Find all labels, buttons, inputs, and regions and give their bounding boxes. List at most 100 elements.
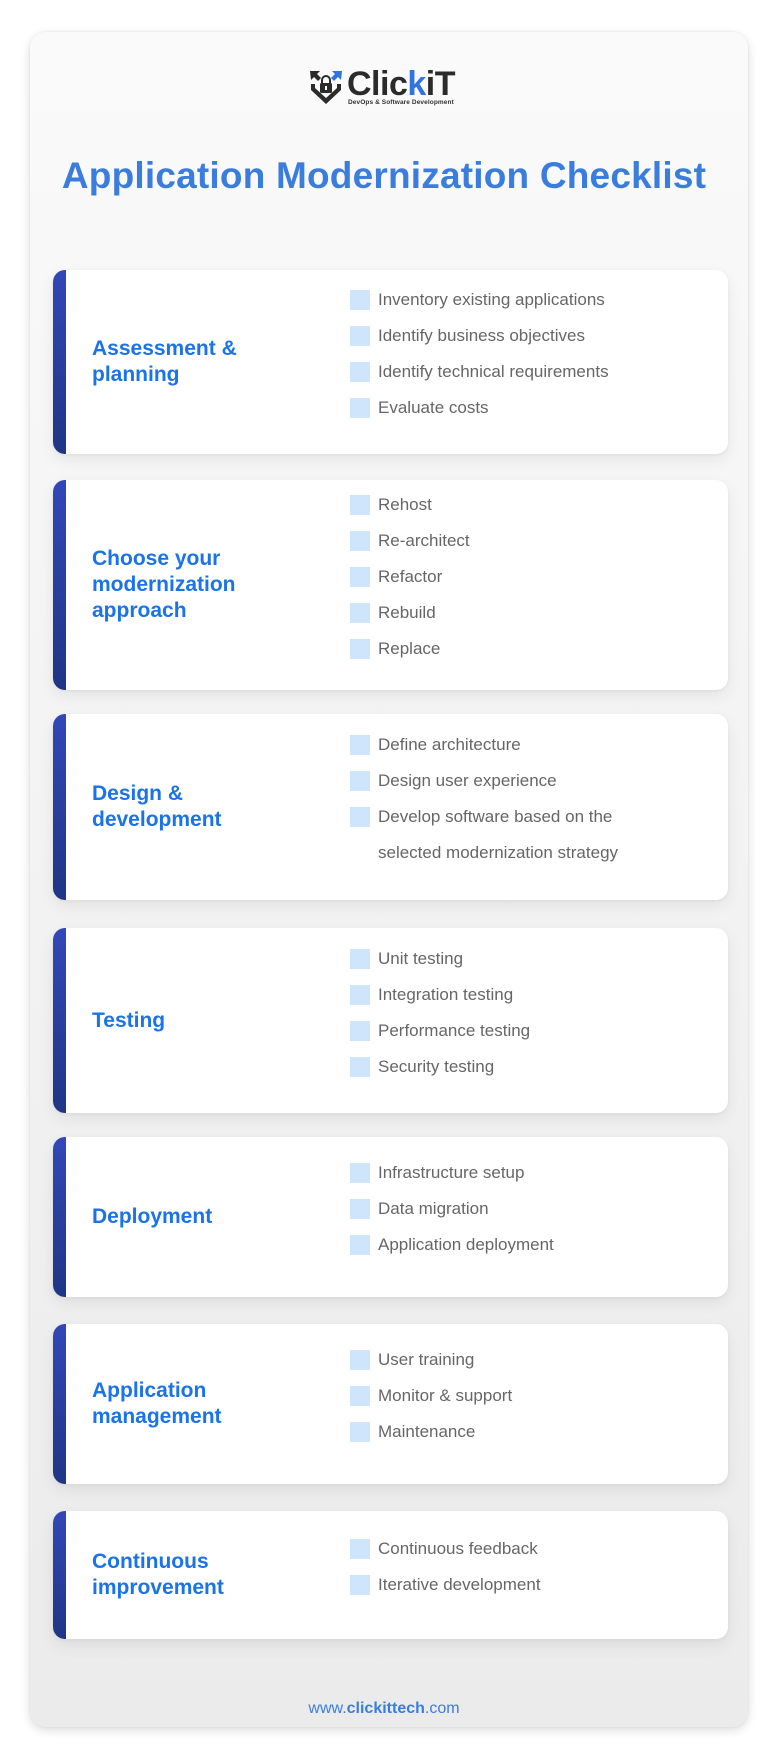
checklist-item[interactable]: Data migration xyxy=(350,1199,668,1235)
checklist-item-label: Define architecture xyxy=(378,735,521,754)
checklist-item-label: Develop software based on the selected m… xyxy=(378,807,619,862)
checklist-item-label: Integration testing xyxy=(378,984,514,1004)
section-accent-bar xyxy=(53,1137,66,1297)
checklist-item-label: Maintenance xyxy=(378,1422,476,1441)
checklist-item[interactable]: Rebuild xyxy=(350,603,668,639)
checkbox[interactable] xyxy=(350,1163,370,1183)
checkbox[interactable] xyxy=(350,1386,370,1406)
checkbox[interactable] xyxy=(350,326,370,346)
checkbox[interactable] xyxy=(350,771,370,791)
checkbox[interactable] xyxy=(350,290,370,310)
section-accent-bar xyxy=(53,1511,66,1639)
checklist-item-label: Evaluate costs xyxy=(378,398,489,417)
checklist-item-label: Refactor xyxy=(378,567,443,586)
checklist-item[interactable]: Integration testing xyxy=(350,984,668,1021)
checklist-item-label: Application deployment xyxy=(378,1235,554,1254)
clickit-logo: ClickiT DevOps & Software Development xyxy=(308,65,460,110)
checkbox[interactable] xyxy=(350,362,370,382)
checklist-item[interactable]: Security testing xyxy=(350,1056,668,1093)
checklist-item[interactable]: Evaluate costs xyxy=(350,398,668,434)
checkbox[interactable] xyxy=(350,1235,370,1255)
checklist-item-label: Unit testing xyxy=(378,948,464,968)
checklist-item-label: Rebuild xyxy=(378,603,436,622)
checkbox[interactable] xyxy=(350,603,370,623)
checklist-item-label: Infrastructure setup xyxy=(378,1163,525,1182)
checklist-section-card: Deployment Infrastructure setup Data migra… xyxy=(53,1137,728,1297)
checkbox[interactable] xyxy=(350,948,370,969)
checklist-item-label: Identify technical requirements xyxy=(378,362,609,381)
checklist-item-label: Design user experience xyxy=(378,771,557,790)
checkbox[interactable] xyxy=(350,1056,370,1077)
checklist-items: User training Monitor & support Maintenanc… xyxy=(350,1350,668,1458)
section-accent-bar xyxy=(53,1324,66,1484)
checklist-item-label: Identify business objectives xyxy=(378,326,585,345)
checkbox[interactable] xyxy=(350,1539,370,1559)
section-heading: Application management xyxy=(92,1379,222,1428)
checklist-section-card: Application management User training Monit… xyxy=(53,1324,728,1484)
checklist-item-label: Monitor & support xyxy=(378,1386,513,1405)
section-accent-bar xyxy=(53,270,66,454)
checklist-item[interactable]: Develop software based on the selected m… xyxy=(350,807,668,879)
checklist-item[interactable]: Identify technical requirements xyxy=(350,362,668,398)
checkbox[interactable] xyxy=(350,807,370,827)
section-heading: Deployment xyxy=(92,1205,213,1228)
checklist-item[interactable]: Application deployment xyxy=(350,1235,668,1271)
checkbox[interactable] xyxy=(350,984,370,1005)
section-accent-bar xyxy=(53,714,66,900)
checklist-item[interactable]: Inventory existing applications xyxy=(350,290,668,326)
checklist-items: Continuous feedback Iterative development xyxy=(350,1539,668,1611)
section-heading: Continuous improvement xyxy=(92,1550,224,1599)
brand-tagline: DevOps & Software Development xyxy=(348,99,454,106)
checklist-item[interactable]: Replace xyxy=(350,639,668,675)
section-accent-bar xyxy=(53,480,66,690)
checklist-item[interactable]: User training xyxy=(350,1350,668,1386)
checklist-item-label: Data migration xyxy=(378,1199,489,1218)
checklist-items: Infrastructure setup Data migration Applic… xyxy=(350,1163,668,1271)
checklist-item[interactable]: Define architecture xyxy=(350,735,668,771)
checklist-item-label: Rehost xyxy=(378,495,432,514)
checklist-item[interactable]: Identify business objectives xyxy=(350,326,668,362)
checkbox[interactable] xyxy=(350,495,370,515)
checklist-section-card: Testing Unit testing Integration testing Pe… xyxy=(53,928,728,1113)
checklist-item[interactable]: Rehost xyxy=(350,495,668,531)
checklist-section-card: Design & development Define architecture D… xyxy=(53,714,728,900)
website-link[interactable]: www.clickittech.com xyxy=(0,1700,768,1718)
section-heading: Testing xyxy=(92,1008,166,1032)
checklist-items: Rehost Re-architect Refactor Rebuild Replace xyxy=(350,495,668,675)
checkbox[interactable] xyxy=(350,1020,370,1041)
checklist-item-label: Replace xyxy=(378,639,441,658)
checkbox[interactable] xyxy=(350,1575,370,1595)
section-heading: Assessment & planning xyxy=(92,337,237,386)
checklist-item[interactable]: Monitor & support xyxy=(350,1386,668,1422)
shield-lock-icon xyxy=(310,71,342,104)
checklist-item[interactable]: Maintenance xyxy=(350,1422,668,1458)
checkbox[interactable] xyxy=(350,1199,370,1219)
checklist-items: Inventory existing applications Identify … xyxy=(350,290,668,434)
checklist-item-label: Security testing xyxy=(378,1056,495,1076)
checklist-item-label: Iterative development xyxy=(378,1575,541,1594)
checklist-item[interactable]: Infrastructure setup xyxy=(350,1163,668,1199)
checklist-section-card: Continuous improvement Continuous feedbac… xyxy=(53,1511,728,1639)
checklist-item-label: Continuous feedback xyxy=(378,1539,538,1558)
checklist-item-label: Re-architect xyxy=(378,531,470,550)
checkbox[interactable] xyxy=(350,1350,370,1370)
checkbox[interactable] xyxy=(350,1422,370,1442)
checklist-item[interactable]: Iterative development xyxy=(350,1575,668,1611)
section-heading: Design & development xyxy=(92,782,222,831)
checklist-item[interactable]: Re-architect xyxy=(350,531,668,567)
checklist-item[interactable]: Unit testing xyxy=(350,948,668,985)
checklist-section-card: Choose your modernization approach Rehost… xyxy=(53,480,728,690)
checkbox[interactable] xyxy=(350,531,370,551)
section-accent-bar xyxy=(53,928,66,1113)
checklist-item[interactable]: Refactor xyxy=(350,567,668,603)
checklist-item[interactable]: Continuous feedback xyxy=(350,1539,668,1575)
checklist-section-card: Assessment & planning Inventory existing … xyxy=(53,270,728,454)
checklist-item[interactable]: Performance testing xyxy=(350,1020,668,1057)
brand-wordmark: ClickiT xyxy=(347,65,456,103)
checkbox[interactable] xyxy=(350,639,370,659)
checklist-items: Define architecture Design user experienc… xyxy=(350,735,668,879)
section-heading: Choose your modernization approach xyxy=(92,547,236,622)
checkbox[interactable] xyxy=(350,735,370,755)
checkbox[interactable] xyxy=(350,398,370,418)
checkbox[interactable] xyxy=(350,567,370,587)
